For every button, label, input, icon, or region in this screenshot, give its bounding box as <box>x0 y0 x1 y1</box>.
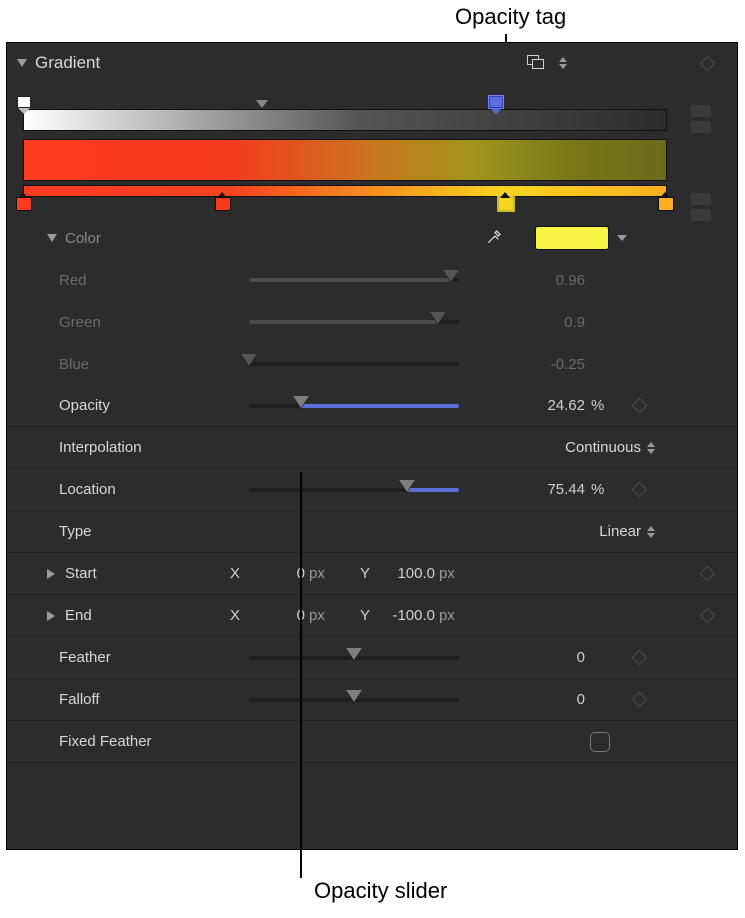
red-row: Red 0.96 <box>7 259 737 301</box>
interpolation-row: Interpolation Continuous <box>7 427 737 469</box>
location-label: Location <box>59 481 249 498</box>
annotation-opacity-slider: Opacity slider <box>314 878 447 904</box>
opacity-label: Opacity <box>59 397 249 414</box>
falloff-label: Falloff <box>59 691 249 708</box>
end-x-value[interactable]: 0 <box>245 607 305 624</box>
y-label: Y <box>355 565 375 582</box>
color-distribute-icon[interactable] <box>691 193 711 205</box>
color-subsection-header[interactable]: Color <box>7 217 737 259</box>
end-row: End X 0 px Y -100.0 px <box>7 595 737 637</box>
opacity-reverse-icon[interactable] <box>691 121 711 133</box>
annotation-opacity-tag: Opacity tag <box>455 4 566 30</box>
x-label: X <box>225 607 245 624</box>
start-x-value[interactable]: 0 <box>245 565 305 582</box>
type-label: Type <box>59 523 249 540</box>
type-row: Type Linear <box>7 511 737 553</box>
popup-arrows-icon <box>647 526 655 538</box>
disclosure-right-icon[interactable] <box>47 611 55 621</box>
y-label: Y <box>355 607 375 624</box>
feather-label: Feather <box>59 649 249 666</box>
opacity-tag-selected[interactable] <box>489 96 503 108</box>
color-label: Color <box>65 230 255 247</box>
red-label: Red <box>59 272 249 289</box>
x-label: X <box>225 565 245 582</box>
falloff-value[interactable]: 0 <box>479 691 589 708</box>
green-label: Green <box>59 314 249 331</box>
color-stop-1[interactable] <box>17 198 31 210</box>
color-stop-3-selected[interactable] <box>499 198 513 210</box>
px-unit: px <box>305 565 335 582</box>
feather-slider[interactable] <box>249 656 459 660</box>
blue-value[interactable]: -0.25 <box>479 356 589 373</box>
color-reverse-icon[interactable] <box>691 209 711 221</box>
opacity-gradient-bar[interactable] <box>23 109 667 131</box>
keyframe-control[interactable] <box>687 568 727 579</box>
interpolation-label: Interpolation <box>59 439 249 456</box>
px-unit: px <box>305 607 335 624</box>
fixed-feather-row: Fixed Feather <box>7 721 737 763</box>
location-slider[interactable] <box>249 488 459 492</box>
feather-value[interactable]: 0 <box>479 649 589 666</box>
green-value[interactable]: 0.9 <box>479 314 589 331</box>
keyframe-control[interactable] <box>687 58 727 69</box>
opacity-value[interactable]: 24.62 <box>479 397 589 414</box>
callout-line <box>300 472 302 878</box>
disclosure-down-icon <box>17 59 27 67</box>
type-popup[interactable]: Linear <box>521 523 641 540</box>
keyframe-control[interactable] <box>687 610 727 621</box>
opacity-row: Opacity 24.62 % <box>7 385 737 427</box>
section-title: Gradient <box>35 53 225 73</box>
eyedropper-icon[interactable] <box>485 226 505 251</box>
end-label: End <box>65 607 225 624</box>
start-label: Start <box>65 565 225 582</box>
chevron-down-icon[interactable] <box>617 235 627 241</box>
gradient-preview-bar[interactable] <box>23 139 667 181</box>
fixed-feather-checkbox[interactable] <box>590 732 610 752</box>
blue-slider[interactable] <box>249 362 459 366</box>
px-unit: px <box>435 607 465 624</box>
blue-label: Blue <box>59 356 249 373</box>
popup-arrows-icon <box>559 57 567 69</box>
end-y-value[interactable]: -100.0 <box>375 607 435 624</box>
green-row: Green 0.9 <box>7 301 737 343</box>
start-y-value[interactable]: 100.0 <box>375 565 435 582</box>
popup-arrows-icon <box>647 442 655 454</box>
gradient-inspector-panel: Gradient <box>6 42 738 850</box>
opacity-slider[interactable] <box>249 404 459 408</box>
disclosure-down-icon <box>47 234 57 242</box>
keyframe-control[interactable] <box>619 694 659 705</box>
disclosure-right-icon[interactable] <box>47 569 55 579</box>
keyframe-control[interactable] <box>619 400 659 411</box>
location-row: Location 75.44 % <box>7 469 737 511</box>
fixed-feather-label: Fixed Feather <box>59 733 249 750</box>
feather-row: Feather 0 <box>7 637 737 679</box>
start-row: Start X 0 px Y 100.0 px <box>7 553 737 595</box>
color-stop-4[interactable] <box>659 198 673 210</box>
opacity-distribute-icon[interactable] <box>691 105 711 117</box>
color-gradient-bar[interactable] <box>23 185 667 197</box>
gradient-section-header[interactable]: Gradient <box>7 43 737 83</box>
red-value[interactable]: 0.96 <box>479 272 589 289</box>
px-unit: px <box>435 565 465 582</box>
preset-dropdown-icon[interactable] <box>527 55 545 71</box>
color-stop-2[interactable] <box>216 198 230 210</box>
interpolation-popup[interactable]: Continuous <box>521 439 641 456</box>
opacity-tag-white[interactable] <box>17 96 31 108</box>
opacity-midpoint[interactable] <box>256 100 268 108</box>
location-value[interactable]: 75.44 <box>479 481 589 498</box>
gradient-editor-area <box>7 83 737 203</box>
opacity-unit: % <box>589 397 619 414</box>
falloff-slider[interactable] <box>249 698 459 702</box>
green-slider[interactable] <box>249 320 459 324</box>
keyframe-control[interactable] <box>619 652 659 663</box>
color-well[interactable] <box>535 226 609 250</box>
red-slider[interactable] <box>249 278 459 282</box>
falloff-row: Falloff 0 <box>7 679 737 721</box>
blue-row: Blue -0.25 <box>7 343 737 385</box>
location-unit: % <box>589 481 619 498</box>
keyframe-control[interactable] <box>619 484 659 495</box>
